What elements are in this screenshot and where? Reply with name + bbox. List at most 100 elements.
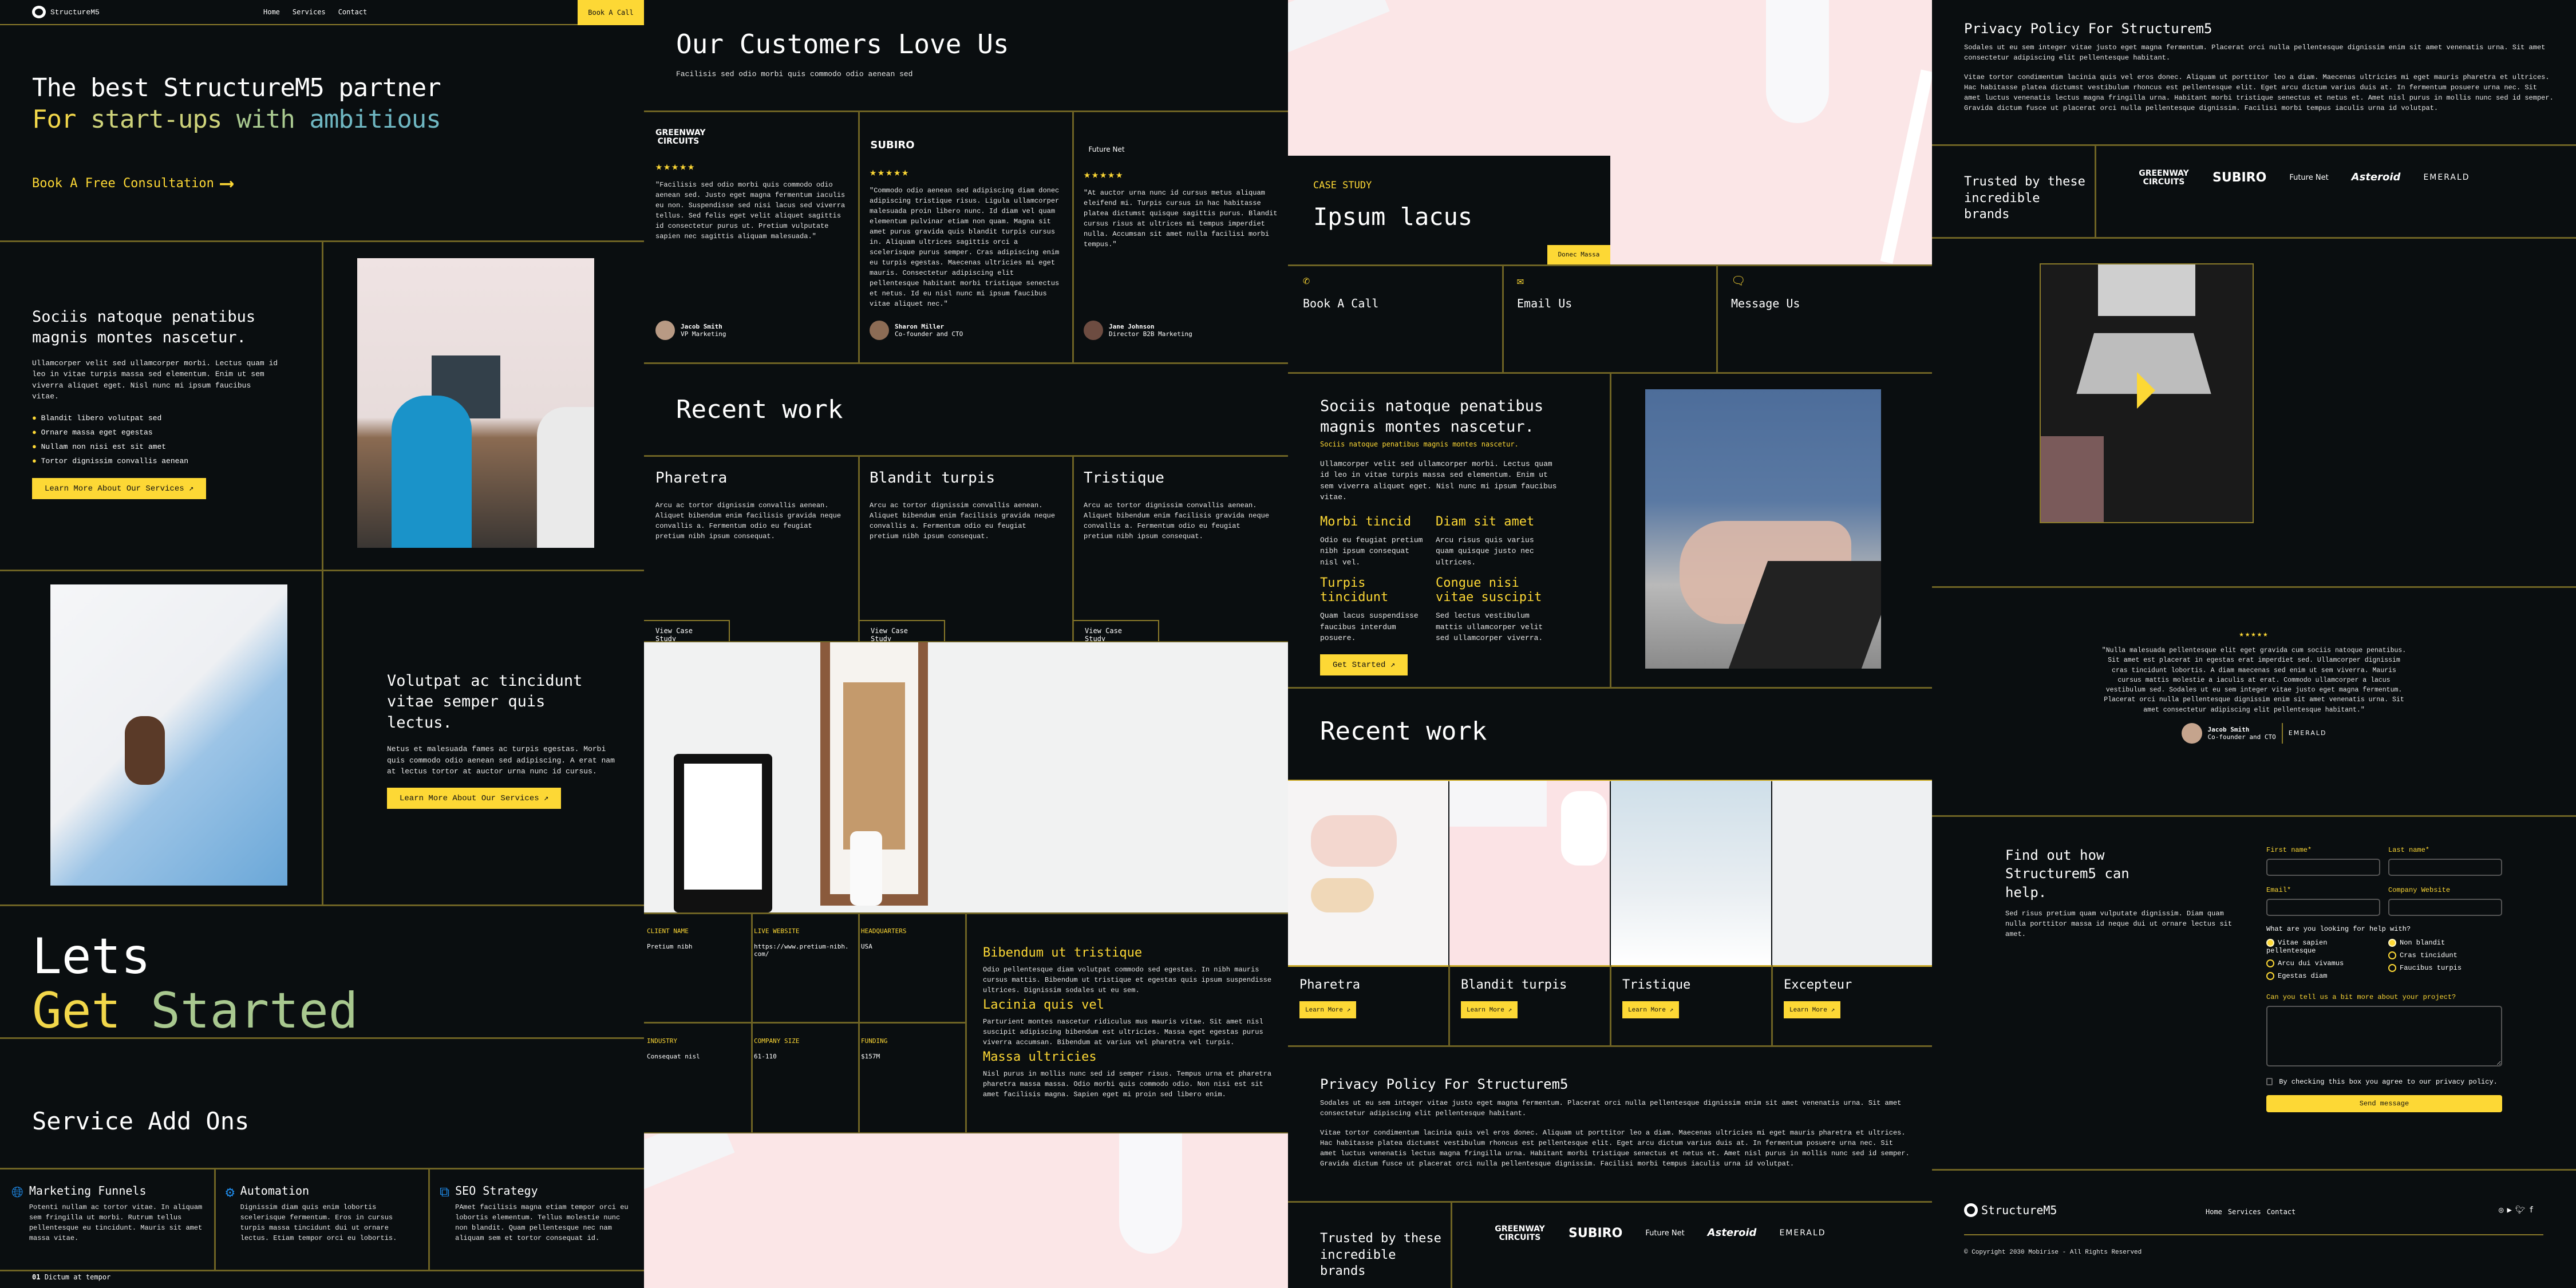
footer-nav-home[interactable]: Home xyxy=(2206,1208,2222,1216)
nav-home[interactable]: Home xyxy=(263,8,280,16)
twitter-icon[interactable]: 🐦︎ xyxy=(2515,1206,2526,1215)
learn-more-button[interactable]: Learn More ↗ xyxy=(1299,1001,1357,1018)
addon-body: Dignissim diam quis enim lobortis sceler… xyxy=(240,1203,397,1242)
testimonial-card: Future Net ★★★★★ "At auctor urna nunc id… xyxy=(1084,129,1278,340)
addons-number: 01 xyxy=(32,1273,41,1281)
rating-stars: ★★★★★ xyxy=(655,159,696,173)
photo-pink-desk xyxy=(644,1133,1288,1288)
photo-laptop-frame xyxy=(644,642,1288,912)
check-icon: ● xyxy=(32,428,37,437)
emerald-logo: EMERALD xyxy=(1779,1228,1826,1238)
rating-stars: ★★★★★ xyxy=(2239,630,2269,639)
view-case-study-link[interactable]: View Case Study xyxy=(859,620,945,643)
radio-icon xyxy=(2388,951,2396,960)
checkbox-icon[interactable] xyxy=(2266,1077,2273,1085)
testimonials-subtitle: Facilisis sed odio morbi quis commodo od… xyxy=(676,70,913,78)
testimonials-title: Our Customers Love Us xyxy=(676,29,1009,60)
view-case-study-link[interactable]: View Case Study xyxy=(644,620,730,643)
send-message-button[interactable]: Send message xyxy=(2266,1095,2502,1112)
author-role: Director B2B Marketing xyxy=(1109,330,1192,338)
book-call-button[interactable]: Book A Call xyxy=(578,0,644,25)
author: Sharon Miller Co-founder and CTO xyxy=(870,321,963,340)
subiro-logo: SUBIRO xyxy=(2212,171,2267,185)
feature-body: Ullamcorper velit sed ullamcorper morbi.… xyxy=(1320,459,1557,502)
radio-option[interactable]: Faucibus turpis xyxy=(2388,964,2502,973)
hero-word: For xyxy=(32,105,76,134)
addon-title: Automation xyxy=(240,1184,310,1198)
future-net-logo: Future Net xyxy=(1088,145,1125,153)
addon-card: 🌐︎ Marketing Funnels Potenti nullam ac t… xyxy=(11,1184,206,1243)
author-name: Sharon Miller xyxy=(895,323,945,330)
grid-body: Sed lectus vestibulum mattis ullamcorper… xyxy=(1436,611,1543,643)
footer-nav-contact[interactable]: Contact xyxy=(2267,1208,2296,1216)
live-website-link[interactable]: https://www.pretium-nibh.com/ xyxy=(754,943,851,958)
company-website-input[interactable] xyxy=(2388,899,2502,916)
author-name: Jacob Smith xyxy=(681,323,722,330)
radio-option[interactable]: Arcu dui vivamus xyxy=(2266,959,2380,967)
feature-block-3: Sociis natoque penatibus magnis montes n… xyxy=(1320,396,1560,675)
free-consultation-link[interactable]: Book A Free Consultation ⟶ xyxy=(32,172,441,195)
fact: INDUSTRY Consequat nisl xyxy=(647,1037,700,1060)
logo-icon xyxy=(1964,1203,1978,1217)
case-title: Ipsum lacus xyxy=(1313,203,1473,231)
youtube-icon[interactable]: ▶ xyxy=(2507,1206,2511,1215)
work-body: Arcu ac tortor dignissim convallis aenea… xyxy=(870,501,1056,540)
work-card: Pharetra Arcu ac tortor dignissim conval… xyxy=(655,469,844,542)
play-icon[interactable] xyxy=(2137,372,2155,409)
nav-contact[interactable]: Contact xyxy=(338,8,368,16)
contact-card-email[interactable]: ✉ Email Us xyxy=(1517,274,1572,310)
contact-card-label: Book A Call xyxy=(1303,297,1379,310)
brand-logo[interactable]: StructureM5 xyxy=(32,6,100,18)
last-name-input[interactable] xyxy=(2388,859,2502,876)
author: Jacob Smith VP Marketing xyxy=(655,321,726,340)
project-textarea[interactable] xyxy=(2266,1005,2502,1066)
testimonial-quote: "Commodo odio aenean sed adipiscing diam… xyxy=(870,186,1060,308)
learn-more-services-button[interactable]: Learn More About Our Services ↗ xyxy=(32,477,207,499)
learn-more-button[interactable]: Learn More ↗ xyxy=(1461,1001,1518,1018)
rating-stars: ★★★★★ xyxy=(870,164,910,179)
brands-title: Trusted by these incredible brands xyxy=(1320,1231,1441,1279)
feature-title: Volutpat ac tincidunt vitae semper quis … xyxy=(387,672,583,732)
testimonial-quote: "Facilisis sed odio morbi quis commodo o… xyxy=(655,181,846,241)
get-started-button[interactable]: Get Started ↗ xyxy=(1320,654,1408,675)
learn-more-services-button[interactable]: Learn More About Our Services ↗ xyxy=(387,787,562,809)
feature-title: Sociis natoque penatibus magnis montes n… xyxy=(1320,397,1544,436)
privacy-paragraph: Vitae tortor condimentum lacinia quis ve… xyxy=(1320,1129,1910,1168)
contact-card-message[interactable]: 🗨︎ Message Us xyxy=(1731,274,1800,310)
field-label: Company Website xyxy=(2388,886,2451,894)
footer-nav-services[interactable]: Services xyxy=(2228,1208,2261,1216)
learn-more-button[interactable]: Learn More ↗ xyxy=(1784,1001,1841,1018)
view-case-study-link[interactable]: View Case Study xyxy=(1073,620,1159,643)
free-consultation-label: Book A Free Consultation xyxy=(32,176,214,191)
work-title: Blandit turpis xyxy=(870,469,995,487)
phone-icon: ✆ xyxy=(1303,274,1310,287)
radio-option[interactable]: Vitae sapien pellentesque xyxy=(2266,939,2380,955)
instagram-icon[interactable]: ◎ xyxy=(2499,1206,2503,1215)
arrow-right-icon: ⟶ xyxy=(220,172,233,195)
facebook-icon[interactable]: f xyxy=(2529,1206,2534,1215)
work-title: Excepteur xyxy=(1784,978,1852,992)
brands-title: Trusted by these incredible brands xyxy=(1964,175,2085,222)
radio-option[interactable]: Egestas diam xyxy=(2266,972,2380,981)
donec-massa-tag[interactable]: Donec Massa xyxy=(1547,245,1610,264)
work-card: Blandit turpis Learn More ↗ xyxy=(1461,978,1567,1018)
case-sections: Bibendum ut tristique Odio pellentesque … xyxy=(983,946,1275,1100)
consent-checkbox-row[interactable]: By checking this box you agree to our pr… xyxy=(2266,1078,2502,1086)
nav-services[interactable]: Services xyxy=(293,8,326,16)
contact-card-label: Message Us xyxy=(1731,297,1800,310)
hero-word: start-ups xyxy=(90,105,222,134)
section-body: Odio pellentesque diam volutpat commodo … xyxy=(983,966,1272,994)
contact-card-call[interactable]: ✆ Book A Call xyxy=(1303,274,1378,310)
grid-title: Congue nisi vitae suscipit xyxy=(1436,576,1542,605)
greenway-logo: GREENWAY CIRCUITS xyxy=(2139,169,2189,187)
author: Jane Johnson Director B2B Marketing xyxy=(1084,321,1192,340)
work-body: Arcu ac tortor dignissim convallis aenea… xyxy=(1084,501,1270,540)
lets-get-started: Lets Get Started xyxy=(32,930,358,1038)
first-name-input[interactable] xyxy=(2266,859,2380,876)
email-input[interactable] xyxy=(2266,899,2380,916)
learn-more-button[interactable]: Learn More ↗ xyxy=(1622,1001,1680,1018)
radio-option[interactable]: Non blandit xyxy=(2388,939,2502,947)
video-thumbnail[interactable] xyxy=(2040,263,2254,523)
radio-option[interactable]: Cras tincidunt xyxy=(2388,951,2502,959)
footer-brand[interactable]: StructureM5 xyxy=(1964,1203,2057,1217)
